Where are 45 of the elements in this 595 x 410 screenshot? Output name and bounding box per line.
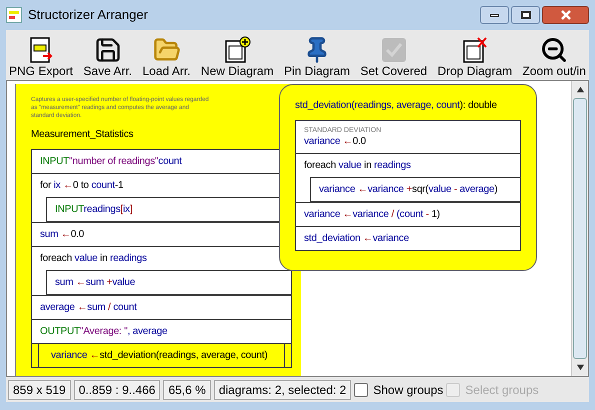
code-statement: for ix ←0 to count-1 xyxy=(40,179,124,192)
code-statement: Measurement_Statistics xyxy=(31,128,134,141)
toolbar-button[interactable]: Load Arr. xyxy=(142,36,191,80)
checkmark-icon xyxy=(380,36,408,64)
status-cell: 859 x 519 xyxy=(8,380,71,400)
drop-diagram-icon xyxy=(460,36,489,64)
save-icon xyxy=(94,36,122,64)
status-cell: diagrams: 2, selected: 2 xyxy=(214,380,352,400)
close-icon xyxy=(560,10,570,20)
toolbar-button[interactable]: Pin Diagram xyxy=(284,36,350,80)
code-statement: INPUT"number of readings"count xyxy=(40,155,182,168)
code-statement: average ←sum / count xyxy=(40,301,137,314)
app-icon xyxy=(6,7,22,23)
status-cell: 65,6 % xyxy=(163,380,211,400)
code-statement: OUTPUT"Average: ", average xyxy=(40,325,168,338)
checkbox[interactable]: Show groups xyxy=(354,380,444,398)
toolbar-button[interactable]: Drop Diagram xyxy=(437,36,512,80)
scroll-down-icon[interactable] xyxy=(576,363,584,372)
toolbar-button[interactable]: PNG Export xyxy=(9,36,74,80)
code-statement: std_deviation ←variance xyxy=(304,232,409,245)
code-statement: std_deviation(readings, average, count): double xyxy=(295,99,497,112)
code-statement: INPUTreadings[ix] xyxy=(55,203,132,216)
code-statement: variance ←0.0 xyxy=(304,135,366,148)
scroll-up-icon[interactable] xyxy=(576,85,584,94)
code-statement: variance ←variance +sqr(value - average) xyxy=(319,183,498,196)
toolbar-button[interactable]: New Diagram xyxy=(200,36,274,80)
window-title: Structorizer Arranger xyxy=(28,6,148,24)
code-statement: variance ←variance / (count - 1) xyxy=(304,208,440,221)
code-statement: sum ←0.0 xyxy=(40,228,84,241)
new-diagram-icon xyxy=(223,36,252,64)
code-statement: foreach value in readings xyxy=(40,252,147,265)
checkbox-box[interactable] xyxy=(354,382,368,396)
code-statement: foreach value in readings xyxy=(304,159,411,172)
code-statement: sum ←sum +value xyxy=(55,276,136,289)
toolbar-button[interactable]: Save Arr. xyxy=(83,36,132,80)
minimize-button[interactable] xyxy=(480,6,509,24)
status-cell: 0..859 : 9..466 xyxy=(74,380,160,400)
vertical-scrollbar[interactable] xyxy=(571,81,588,376)
diagram-panel[interactable] xyxy=(279,84,537,271)
zoom-out-icon xyxy=(540,36,568,64)
scrollbar-thumb[interactable] xyxy=(573,98,587,359)
close-button[interactable] xyxy=(542,6,589,24)
code-statement: variance ←std_deviation(readings, average, count) xyxy=(51,349,268,362)
toolbar-button[interactable]: Zoom out/in xyxy=(522,36,586,80)
maximize-button[interactable] xyxy=(511,6,540,24)
